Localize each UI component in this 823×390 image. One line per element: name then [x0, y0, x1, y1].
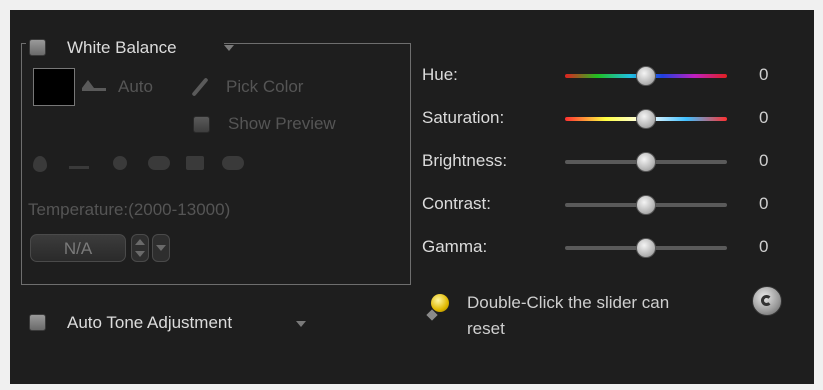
drop-icon[interactable] [33, 156, 47, 172]
temperature-stepper[interactable] [131, 234, 149, 262]
contrast-value: 0 [759, 194, 769, 213]
saturation-value: 0 [759, 108, 769, 127]
auto-tone-checkbox[interactable] [29, 314, 46, 331]
gamma-value: 0 [759, 237, 769, 256]
temperature-dropdown-button[interactable] [152, 234, 170, 262]
hint-text-line1: Double-Click the slider can [467, 293, 670, 312]
chevron-down-icon [156, 245, 166, 251]
brightness-label: Brightness: [422, 151, 508, 170]
hue-label: Hue: [422, 65, 458, 84]
lightbulb-icon [431, 294, 449, 312]
brightness-value: 0 [759, 151, 769, 170]
white-balance-checkbox[interactable] [29, 39, 46, 56]
gamma-label: Gamma: [422, 237, 488, 256]
stepper-up-icon[interactable] [135, 239, 145, 245]
hue-value: 0 [759, 65, 769, 84]
saturation-label: Saturation: [422, 108, 505, 127]
contrast-label: Contrast: [422, 194, 491, 213]
hint-text-line2: reset [467, 319, 505, 338]
white-balance-label: White Balance [67, 38, 177, 57]
reset-button[interactable] [752, 286, 782, 316]
pick-color-button[interactable]: Pick Color [226, 77, 303, 97]
house-icon[interactable] [186, 156, 204, 170]
show-preview-label: Show Preview [228, 114, 336, 133]
cloud-icon[interactable] [148, 156, 170, 170]
saturation-slider-handle[interactable] [636, 109, 656, 129]
white-balance-dropdown-icon[interactable] [224, 45, 234, 51]
show-preview-checkbox[interactable] [193, 116, 210, 133]
auto-wb-icon [82, 80, 94, 88]
contrast-slider-handle[interactable] [636, 195, 656, 215]
color-swatch[interactable] [33, 68, 75, 106]
temperature-value: N/A [63, 239, 93, 258]
temperature-label: Temperature:(2000-13000) [28, 200, 231, 219]
undo-icon [761, 295, 772, 306]
auto-tone-dropdown-icon[interactable] [296, 321, 306, 327]
shade-icon[interactable] [222, 156, 244, 170]
brightness-slider-handle[interactable] [636, 152, 656, 172]
color-adjustment-panel: White Balance Auto Pick Color Show Previ… [10, 10, 814, 384]
auto-tone-label: Auto Tone Adjustment [67, 313, 233, 332]
tungsten-icon[interactable] [69, 156, 89, 169]
sun-icon[interactable] [113, 156, 127, 170]
gamma-slider-handle[interactable] [636, 238, 656, 258]
hue-slider-handle[interactable] [636, 66, 656, 86]
temperature-field[interactable]: N/A [30, 234, 126, 262]
stepper-down-icon[interactable] [135, 251, 145, 257]
auto-button[interactable]: Auto [118, 77, 153, 97]
